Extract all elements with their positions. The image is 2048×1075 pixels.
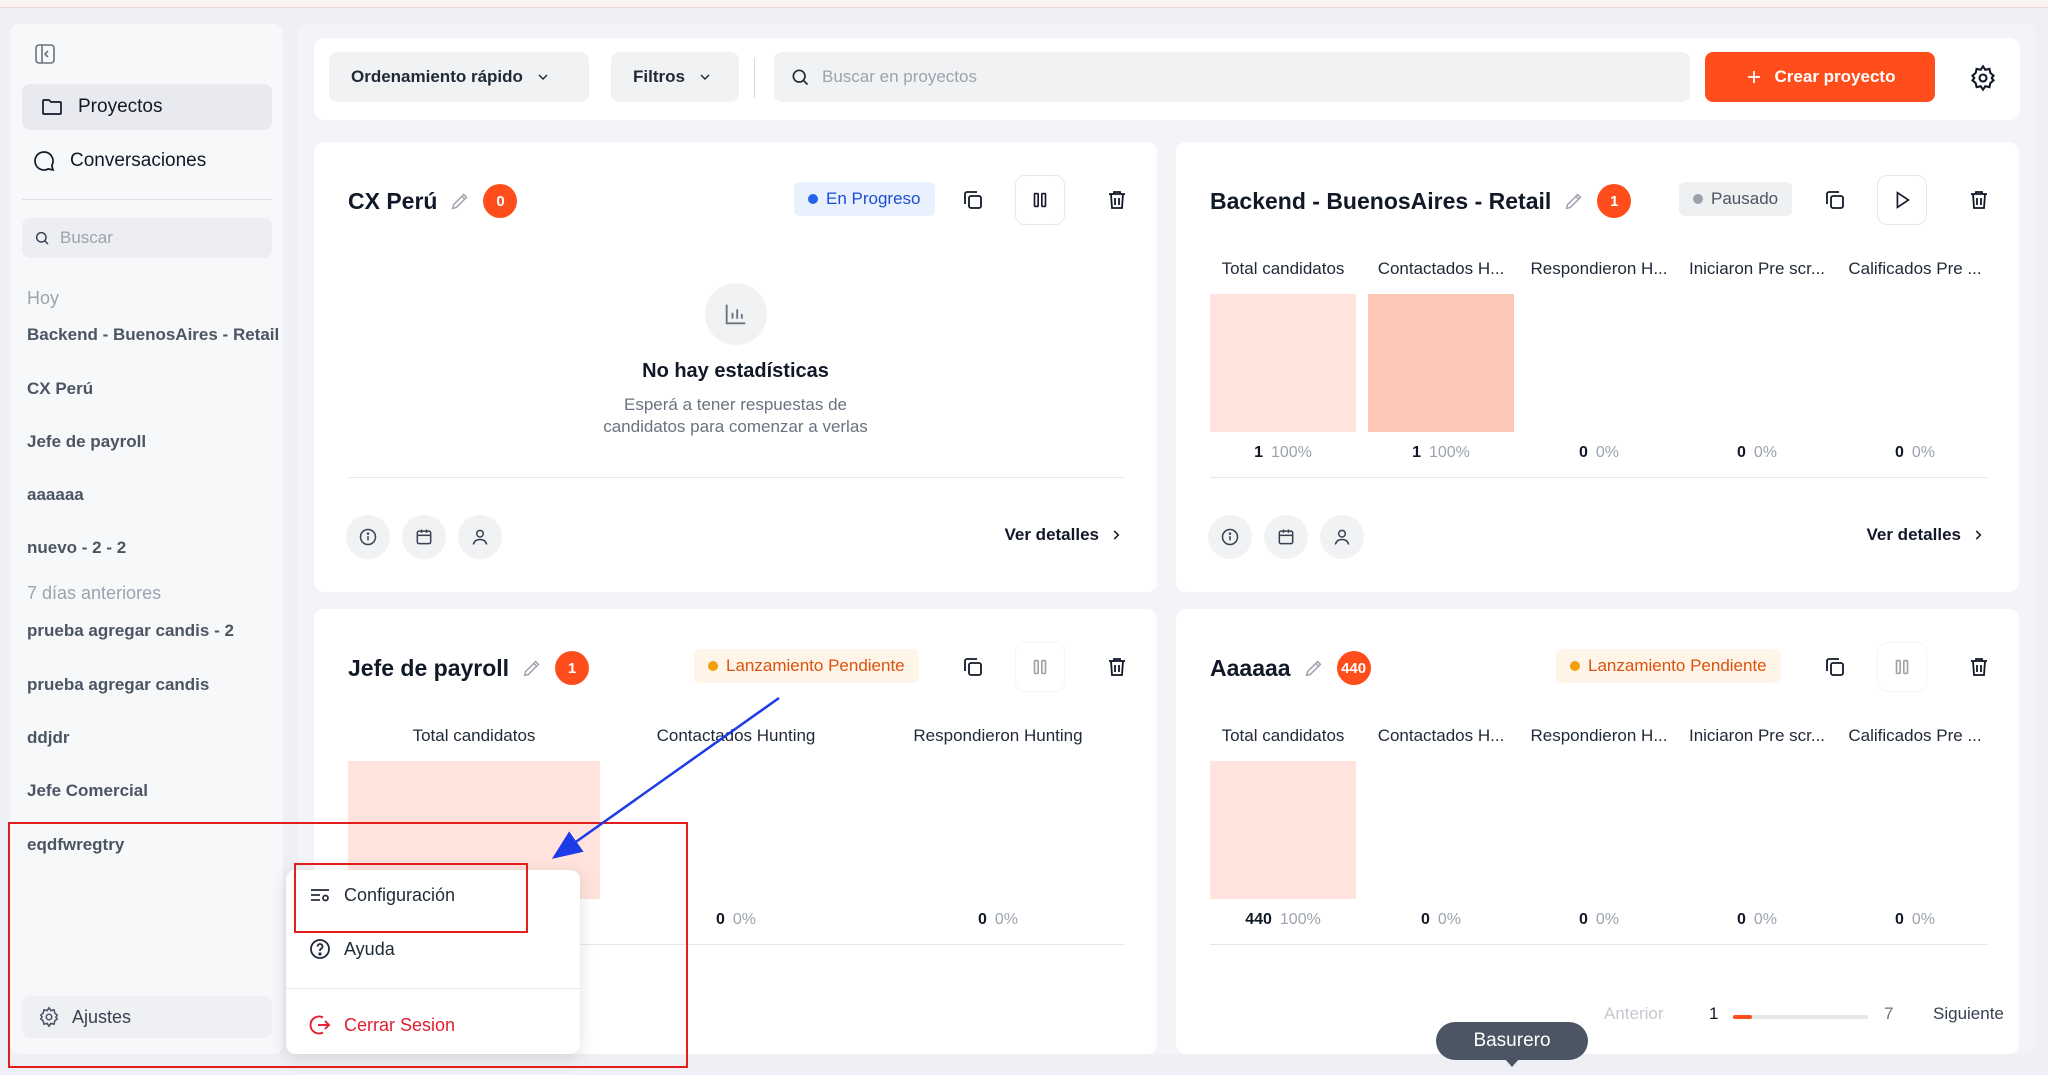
annotation-arrow (551, 696, 780, 859)
